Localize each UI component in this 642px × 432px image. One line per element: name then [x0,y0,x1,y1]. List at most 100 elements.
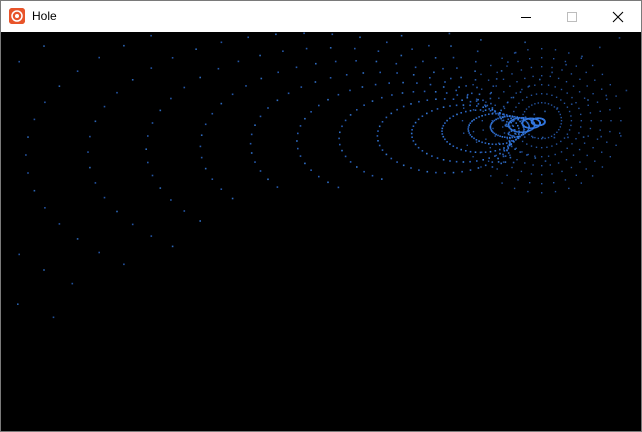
scene-dot [475,139,478,141]
scene-dot [199,220,201,222]
scene-dot [259,115,262,118]
close-button[interactable] [595,1,641,32]
scene-dot [217,67,220,70]
scene-dot [474,151,477,153]
scene-dot [199,145,202,148]
scene-dot [508,122,510,124]
scene-dot [401,92,404,94]
scene-dot [363,104,365,106]
scene-dot [498,97,500,99]
scene-dot [510,117,512,120]
scene-dot [570,73,573,75]
scene-dot [526,96,528,98]
scene-dot [318,175,320,178]
scene-dot [490,102,492,105]
scene-dot [575,102,577,104]
scene-dot [411,48,413,50]
scene-dot [590,120,592,122]
scene-dot [211,112,214,115]
scene-dot [566,92,568,94]
close-icon [612,11,624,22]
scene-dot [580,182,582,184]
scene-dot [452,56,455,59]
render-canvas[interactable] [1,32,641,431]
minimize-button[interactable] [503,1,549,32]
scene-dot [339,131,341,134]
scene-dot [525,108,528,110]
scene-dot [583,142,586,144]
scene-dot [237,60,240,63]
scene-dot [596,101,599,103]
scene-dot [578,148,581,151]
scene-dot [553,182,555,184]
scene-dot [541,75,543,77]
scene-dot [171,57,174,59]
scene-dot [564,60,567,63]
scene-dot [513,52,516,54]
scene-dot [560,123,562,125]
scene-dot [183,86,186,89]
scene-dot [500,117,502,120]
scene-dot [390,157,393,160]
scene-dot [327,181,329,184]
scene-dot [481,115,483,117]
scene-dot [495,85,497,87]
scene-dot [434,57,437,59]
scene-dot [527,123,530,125]
scene-dot [442,86,445,88]
scene-dot [476,160,478,162]
scene-dot [444,81,446,83]
scene-dot [89,166,91,169]
scene-dot [522,126,524,128]
scene-dot [456,113,458,116]
scene-dot [521,88,523,91]
scene-dot [495,143,497,146]
scene-dot [519,91,522,93]
scene-dot [509,85,511,87]
scene-dot [527,86,529,88]
scene-dot [511,115,514,117]
scene-dot [374,83,377,86]
maximize-button[interactable] [549,1,595,32]
scene-dot [462,161,465,163]
scene-dot [480,73,482,76]
scene-dot [578,132,580,134]
scene-dot [314,81,317,83]
scene-dot [489,93,491,95]
scene-dot [490,128,492,131]
scene-dot [474,79,477,81]
scene-dot [561,69,563,71]
scene-dot [476,50,479,53]
scene-dot [349,161,352,163]
scene-dot [559,126,561,128]
scene-dot [521,99,524,101]
scene-dot [610,120,612,122]
scene-dot [511,124,514,127]
scene-dot [586,154,588,157]
scene-dot [528,106,530,108]
scene-dot [516,159,518,161]
scene-dot [485,101,487,103]
scene-dot [489,150,492,153]
scene-dot [514,115,516,118]
scene-dot [509,142,511,145]
scene-dot [551,94,553,96]
scene-dot [503,113,505,116]
scene-dot [449,160,451,162]
scene-dot [414,66,417,69]
scene-dot [489,147,491,149]
scene-dot [495,78,498,80]
scene-dot [527,190,529,193]
scene-dot [528,124,530,127]
scene-dot [544,120,546,123]
title-bar[interactable]: Hole [1,1,641,32]
scene-dot [489,124,492,127]
scene-dot [503,147,505,149]
scene-dot [456,67,458,69]
scene-dot [522,124,524,126]
scene-dot [493,132,496,135]
scene-dot [563,137,566,139]
scene-dot [436,157,439,159]
scene-dot [467,126,470,128]
scene-dot [500,109,502,112]
